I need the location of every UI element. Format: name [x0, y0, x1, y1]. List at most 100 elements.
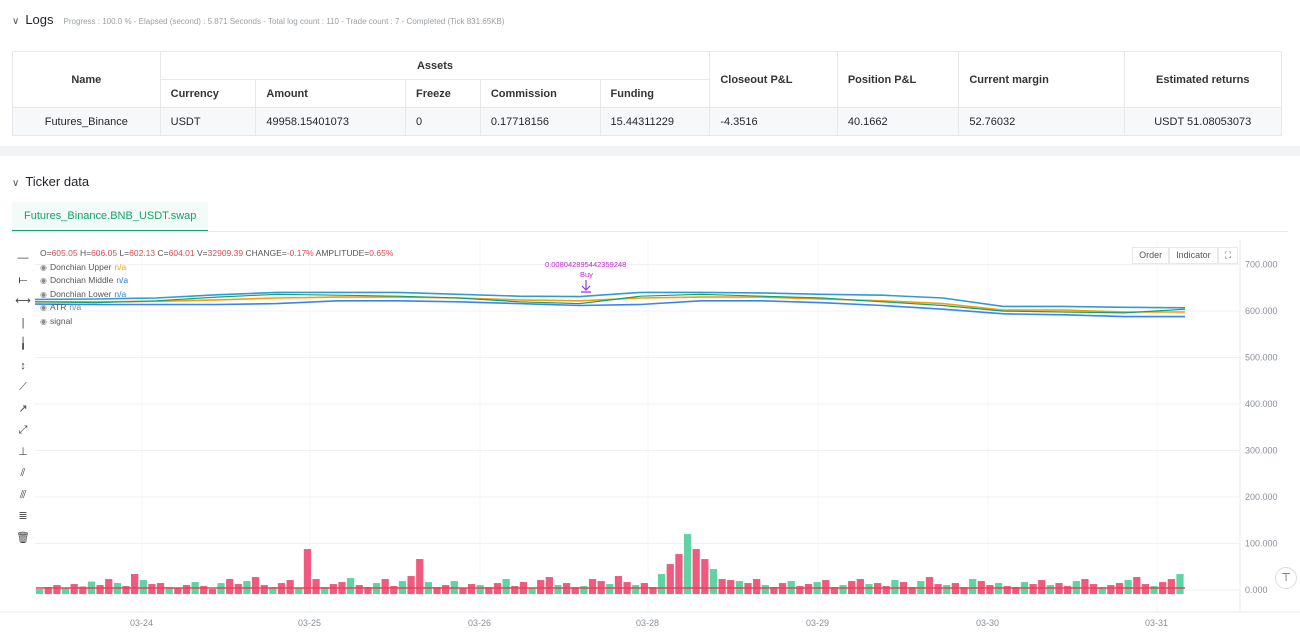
ray-icon[interactable]: ↗ — [14, 399, 32, 421]
volume-bar — [148, 584, 156, 595]
volume-bar — [286, 580, 294, 595]
chart-legend: O=605.05 H=606.05 L=602.13 C=604.01 V=32… — [40, 247, 393, 328]
horizontal-line-icon[interactable]: — — [14, 248, 32, 270]
chevron-down-icon[interactable]: ∨ — [12, 178, 19, 189]
col-funding: Funding — [599, 79, 711, 108]
amplitude-value: 0.65% — [369, 248, 394, 258]
high-value: 606.05 — [91, 248, 118, 258]
multi-line-icon[interactable]: ⫻ — [14, 485, 32, 507]
volume-bar — [925, 577, 934, 595]
trash-icon[interactable]: 🗑 — [14, 528, 32, 550]
volume-label: V= — [197, 248, 208, 258]
volume-bar — [718, 579, 726, 595]
volume-bar — [658, 574, 666, 595]
volume-bar — [53, 585, 61, 595]
amplitude-label: AMPLITUDE= — [315, 248, 370, 258]
close-label: C= — [157, 248, 169, 258]
volume-bar — [511, 586, 519, 595]
legend-value: n/a — [114, 288, 127, 299]
volume-bar — [1029, 584, 1037, 595]
horizontal-ray-icon[interactable]: ⟝ — [14, 270, 32, 292]
volume-bar — [234, 584, 242, 595]
col-group-assets: Assets — [159, 51, 711, 80]
legend-label: Donchian Lower — [49, 288, 112, 299]
volume-bar — [1089, 584, 1098, 595]
legend-item-atr[interactable]: ◉ ATR n/a — [40, 301, 393, 315]
ohlc-readout: O=605.05 H=606.05 L=602.13 C=604.01 V=32… — [40, 247, 393, 261]
volume-bar — [804, 584, 813, 595]
volume-bar — [709, 569, 718, 595]
volume-bar — [61, 588, 70, 595]
trend-line-icon[interactable]: ⟋ — [14, 377, 32, 399]
legend-item-donchian-middle[interactable]: ◉ Donchian Middle n/a — [40, 274, 393, 288]
cell-position: 40.1662 — [836, 107, 960, 136]
volume-value: 32909.39 — [207, 248, 244, 258]
legend-label: Donchian Upper — [49, 261, 112, 272]
volume-bar — [666, 564, 674, 595]
legend-label: Donchian Middle — [49, 275, 114, 285]
eye-icon[interactable]: ◉ — [40, 261, 47, 275]
logs-meta: Progress : 100.0 % - Elapsed (second) : … — [63, 17, 505, 26]
chevron-down-icon[interactable]: ∨ — [12, 16, 19, 27]
price-line-icon[interactable]: ⊥ — [14, 442, 32, 464]
vertical-segment-icon[interactable]: ╽ — [14, 334, 32, 356]
volume-bar — [1064, 586, 1072, 595]
volume-bar — [1124, 580, 1132, 595]
indicator-button[interactable]: Indicator — [1169, 247, 1218, 264]
volume-bar — [580, 586, 588, 595]
assets-table: Name Assets Closeout P&L Position P&L Cu… — [12, 51, 1283, 136]
fullscreen-icon[interactable]: ⛶ — [1217, 247, 1238, 264]
eye-icon[interactable]: ◉ — [40, 301, 47, 315]
volume-bar — [467, 584, 476, 595]
volume-bar — [174, 588, 182, 595]
legend-label: ATR — [49, 302, 67, 312]
volume-bar — [822, 580, 830, 595]
volume-bar — [1167, 579, 1175, 595]
low-value: 602.13 — [129, 248, 156, 258]
low-label: L= — [119, 248, 130, 258]
volume-bar — [882, 586, 890, 595]
legend-item-donchian-upper[interactable]: ◉ Donchian Upper n/a — [40, 261, 393, 275]
eye-icon[interactable]: ◉ — [40, 315, 47, 329]
vertical-range-icon[interactable]: ↕ — [14, 356, 32, 378]
fibonacci-icon[interactable]: ≣ — [14, 506, 32, 528]
volume-bar — [891, 580, 899, 595]
ticker-header[interactable]: ∨ Ticker data — [12, 174, 89, 189]
volume-bar — [1176, 574, 1184, 595]
col-position: Position P&L — [836, 51, 960, 108]
volume-bar — [139, 580, 147, 595]
logs-header[interactable]: ∨ Logs Progress : 100.0 % - Elapsed (sec… — [12, 12, 505, 27]
high-label: H= — [79, 248, 92, 258]
scroll-to-top-icon[interactable]: ⊤ — [1275, 567, 1297, 589]
extended-line-icon[interactable]: ⤢ — [14, 420, 32, 442]
horizontal-segment-icon[interactable]: ⟷ — [14, 291, 32, 313]
col-closeout: Closeout P&L — [709, 51, 838, 108]
vertical-line-icon[interactable]: | — [14, 313, 32, 335]
ticker-panel: ∨ Ticker data Futures_Binance.BNB_USDT.s… — [0, 156, 1300, 635]
volume-bar — [761, 585, 769, 595]
volume-bar — [1081, 579, 1089, 595]
legend-item-donchian-lower[interactable]: ◉ Donchian Lower n/a — [40, 288, 393, 302]
volume-bar — [381, 579, 389, 595]
eye-icon[interactable]: ◉ — [40, 274, 47, 288]
y-tick-label: 600.000 — [1245, 306, 1278, 316]
volume-bar — [295, 588, 303, 595]
col-commission: Commission — [479, 79, 601, 108]
order-button[interactable]: Order — [1132, 247, 1170, 264]
volume-bar — [796, 586, 804, 595]
volume-bar — [70, 584, 78, 595]
tab-bnb-usdt-swap[interactable]: Futures_Binance.BNB_USDT.swap — [12, 202, 209, 232]
volume-bar — [588, 579, 597, 595]
volume-bar — [442, 585, 450, 595]
volume-bar — [528, 588, 536, 595]
cell-currency: USDT — [159, 107, 257, 136]
col-currency: Currency — [159, 79, 257, 108]
volume-bar — [407, 576, 415, 595]
volume-bar — [476, 585, 484, 595]
legend-item-signal[interactable]: ◉ signal — [40, 315, 393, 329]
y-tick-label: 300.000 — [1245, 446, 1278, 456]
eye-icon[interactable]: ◉ — [40, 288, 47, 302]
col-freeze: Freeze — [405, 79, 481, 108]
volume-bar — [969, 579, 977, 595]
parallel-channel-icon[interactable]: ⫽ — [14, 463, 32, 485]
